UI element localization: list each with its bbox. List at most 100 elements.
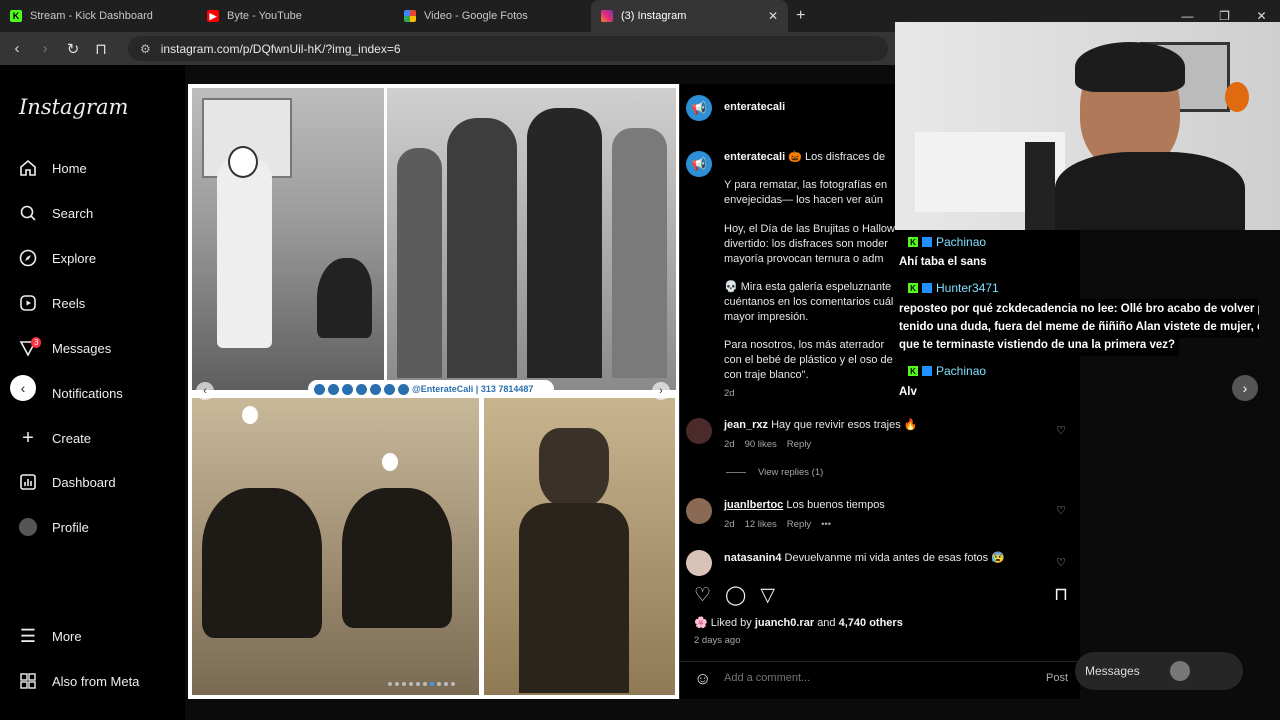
bookmark-icon[interactable]: ⊓ [94, 40, 108, 58]
media-next-button[interactable]: › [652, 382, 670, 400]
emoji-icon[interactable]: ☺ [694, 669, 711, 689]
liked-avatar-icon: 🌸 [694, 617, 708, 629]
next-post-button[interactable]: › [1232, 375, 1258, 401]
caption-age: 2d [724, 388, 735, 399]
tab-google-photos[interactable]: Video - Google Fotos [394, 0, 591, 32]
instagram-logo[interactable]: Instagram [19, 95, 128, 119]
reload-icon[interactable]: ↻ [66, 40, 80, 58]
sidebar-item-dashboard[interactable]: Dashboard [18, 469, 116, 495]
streamer-webcam-overlay [895, 22, 1280, 230]
post-timestamp: 2 days ago [694, 635, 741, 646]
like-heart-icon[interactable]: ♡ [694, 584, 711, 607]
subscriber-badge-icon [922, 237, 932, 247]
sidebar-item-profile[interactable]: Profile [18, 514, 89, 540]
caption-first-line: enteratecali 🎃 Los disfraces de [724, 151, 886, 163]
caption-avatar[interactable]: 📢 [686, 151, 712, 177]
home-icon [18, 158, 38, 178]
caption-line: divertido: los disfraces son moder [724, 238, 888, 250]
subscriber-badge-icon [922, 283, 932, 293]
tab-instagram[interactable]: (3) Instagram ✕ [591, 0, 788, 32]
caption-line: mayor impresión. [724, 311, 809, 323]
comment-icon[interactable]: ◯ [725, 584, 746, 607]
like-comment-heart-icon[interactable]: ♡ [1056, 424, 1066, 437]
caption-line: cuéntanos en los comentarios cuál [724, 296, 894, 308]
author-avatar[interactable]: 📢 [686, 95, 712, 121]
caption-line: con el bebé de plástico y el oso de [724, 354, 893, 366]
messages-floating-button[interactable]: Messages [1075, 652, 1243, 690]
chat-message: que te terminaste vistiendo de una la pr… [895, 335, 1180, 356]
messenger-icon: 3 [18, 337, 42, 358]
view-replies-link[interactable]: View replies (1) [726, 467, 823, 478]
caption-line: con traje blanco". [724, 369, 809, 381]
messages-badge: 3 [31, 337, 42, 348]
like-comment-heart-icon[interactable]: ♡ [1056, 504, 1066, 517]
plus-icon: + [22, 426, 34, 449]
comment-text: jean_rxz Hay que revivir esos trajes 🔥 [724, 419, 918, 431]
url-field[interactable]: ⚙ instagram.com/p/DQfwnUil-hK/?img_index… [128, 36, 888, 61]
sidebar-item-also-from-meta[interactable]: Also from Meta [18, 668, 139, 694]
liked-by-text: 🌸 Liked by juanch0.rar and 4,740 others [694, 617, 903, 629]
tab-kick[interactable]: K Stream - Kick Dashboard [0, 0, 197, 32]
caption-line: 💀 Mira esta galería espeluznante [724, 281, 892, 293]
commenter-avatar[interactable] [686, 550, 712, 576]
chat-message: Alv [895, 382, 921, 403]
vintage-photo-witches-group [387, 88, 676, 390]
close-tab-icon[interactable]: ✕ [768, 9, 778, 23]
caption-line: Para nosotros, los más aterrador [724, 339, 885, 351]
author-username[interactable]: enteratecali [724, 100, 785, 115]
comment-meta: 2d 90 likes Reply [724, 439, 812, 450]
sidebar-item-messages[interactable]: 3 Messages [18, 335, 111, 361]
dashboard-icon [18, 472, 38, 492]
share-icon[interactable]: ▽ [760, 584, 775, 607]
sidebar-item-home[interactable]: Home [18, 155, 87, 181]
save-bookmark-icon[interactable]: ⊓ [1054, 584, 1068, 605]
tab-youtube[interactable]: ▶ Byte - YouTube [197, 0, 394, 32]
avatar [1169, 661, 1190, 681]
comment-text: natasanin4 Devuelvanme mi vida antes de … [724, 552, 1005, 564]
back-icon[interactable]: ‹ [10, 40, 24, 57]
vintage-photo-costume-child [192, 88, 384, 390]
comment-meta: 2d 12 likes Reply ••• [724, 519, 832, 530]
previous-post-button[interactable]: ‹ [10, 375, 36, 401]
source-watermark-banner: @EnterateCali | 313 7814487 [308, 380, 554, 398]
site-info-icon[interactable]: ⚙ [140, 42, 151, 56]
commenter-avatar[interactable] [686, 498, 712, 524]
instagram-favicon-icon [601, 10, 613, 22]
caption-line: envejecidas— los hacen ver aún [724, 194, 883, 206]
comment-input[interactable] [724, 670, 1024, 686]
like-comment-heart-icon[interactable]: ♡ [1056, 556, 1066, 569]
caption-line: Hoy, el Día de las Brujitas o Hallow [724, 223, 895, 235]
new-tab-button[interactable]: + [796, 7, 805, 25]
divider [680, 661, 1080, 662]
forward-icon[interactable]: › [38, 40, 52, 57]
meta-grid-icon [18, 671, 38, 691]
sidebar-item-explore[interactable]: Explore [18, 245, 96, 271]
media-previous-button[interactable]: ‹ [196, 382, 214, 400]
more-options-icon[interactable]: ••• [821, 519, 831, 530]
vintage-photo-frankenstein-child [484, 398, 675, 695]
kick-badge-icon: K [908, 237, 918, 247]
search-icon [18, 203, 38, 223]
kick-badge-icon: K [908, 283, 918, 293]
vintage-photo-skeleton-riders [192, 398, 479, 695]
carousel-indicator [388, 682, 455, 686]
chat-username: K Pachinao [903, 234, 992, 250]
commenter-avatar[interactable] [686, 418, 712, 444]
post-comment-button[interactable]: Post [1046, 672, 1068, 684]
sidebar-item-more[interactable]: ☰ More [18, 623, 82, 649]
chat-username: K Pachinao [903, 363, 992, 379]
post-actions: ♡ ◯ ▽ [694, 584, 775, 607]
subscriber-badge-icon [922, 366, 932, 376]
compass-icon [18, 248, 38, 268]
sidebar-item-create[interactable]: + Create [18, 425, 91, 451]
kick-badge-icon: K [908, 366, 918, 376]
kick-favicon-icon: K [10, 10, 22, 22]
chat-username: K Hunter3471 [903, 280, 1004, 296]
caption-line: Y para rematar, las fotografías en [724, 179, 888, 191]
reels-icon [18, 293, 38, 313]
youtube-favicon-icon: ▶ [207, 10, 219, 22]
post-media[interactable]: @EnterateCali | 313 7814487 ‹ › [188, 84, 679, 699]
google-photos-favicon-icon [404, 10, 416, 22]
sidebar-item-search[interactable]: Search [18, 200, 93, 226]
sidebar-item-reels[interactable]: Reels [18, 290, 85, 316]
